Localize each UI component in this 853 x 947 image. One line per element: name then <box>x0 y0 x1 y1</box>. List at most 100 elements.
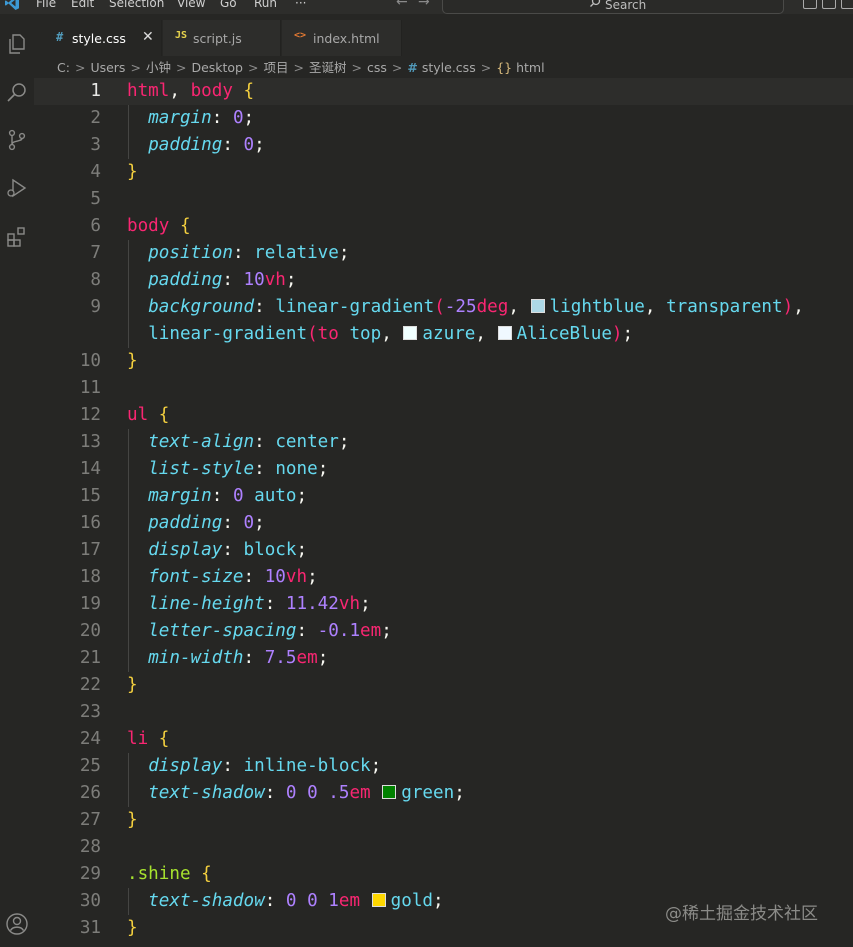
code-line[interactable]: 10} <box>34 348 853 375</box>
tab-style-css[interactable]: # style.css ✕ <box>44 20 162 56</box>
code-line[interactable]: 5 <box>34 186 853 213</box>
menu-go[interactable]: Go <box>220 0 237 10</box>
line-number: 9 <box>90 297 101 317</box>
code-line[interactable]: 20 letter-spacing: -0.1em; <box>34 618 853 645</box>
run-debug-icon[interactable] <box>5 176 29 200</box>
code-text: } <box>127 162 138 182</box>
code-line[interactable]: 6 body { <box>34 213 853 240</box>
extensions-icon[interactable] <box>5 225 29 249</box>
code-text: html, body { <box>127 81 255 101</box>
command-search-box[interactable]: Search <box>442 0 784 14</box>
close-icon[interactable]: ✕ <box>142 29 154 45</box>
code-line[interactable]: 17 display: block; <box>34 537 853 564</box>
code-line[interactable]: 13 text-align: center; <box>34 429 853 456</box>
account-icon[interactable] <box>5 912 29 936</box>
search-icon[interactable] <box>5 81 29 105</box>
breadcrumb: C: > Users > 小钟 > Desktop > 项目 > 圣诞树 > css > # style.cs… <box>57 57 545 77</box>
breadcrumb-file[interactable]: style.css <box>422 60 476 75</box>
code-line[interactable]: 26 text-shadow: 0 0 .5em green; <box>34 780 853 807</box>
code-editor[interactable]: 1 html, body { 2 margin: 0; 3 padding: 0;… <box>34 78 853 947</box>
line-number: 25 <box>79 756 101 776</box>
line-number: 15 <box>79 486 101 506</box>
code-line[interactable]: 24 li { <box>34 726 853 753</box>
line-number: 10 <box>79 351 101 371</box>
code-line[interactable]: 2 margin: 0; <box>34 105 853 132</box>
color-swatch-aliceblue[interactable] <box>497 326 512 340</box>
explorer-icon[interactable] <box>5 32 29 56</box>
toggle-panel-icon[interactable] <box>822 0 836 9</box>
code-text: display: block; <box>148 540 308 560</box>
line-number: 1 <box>90 81 101 101</box>
code-text: line-height: 11.42vh; <box>148 594 371 614</box>
code-line[interactable]: linear-gradient(to top, azure, AliceBlue… <box>34 321 853 348</box>
code-line[interactable]: 12 ul { <box>34 402 853 429</box>
menu-more[interactable]: ··· <box>295 0 306 10</box>
symbol-icon: {} <box>496 60 513 75</box>
breadcrumb-item[interactable]: 圣诞树 <box>309 57 347 76</box>
forward-arrow-icon[interactable]: → <box>418 0 430 10</box>
line-number: 8 <box>90 270 101 290</box>
line-number: 21 <box>79 648 101 668</box>
tab-index-html[interactable]: <> index.html <box>282 20 402 56</box>
code-line[interactable]: 9 background: linear-gradient(-25deg, li… <box>34 294 853 321</box>
code-line[interactable]: 14 list-style: none; <box>34 456 853 483</box>
code-text: padding: 0; <box>148 513 265 533</box>
code-text: text-shadow: 0 0 .5em green; <box>148 783 465 803</box>
code-line[interactable]: 21 min-width: 7.5em; <box>34 645 853 672</box>
search-label: Search <box>605 0 647 12</box>
breadcrumb-symbol[interactable]: html <box>516 60 544 75</box>
line-number: 24 <box>79 729 101 749</box>
line-number: 18 <box>79 567 101 587</box>
toggle-sidebar-icon[interactable] <box>803 0 817 9</box>
breadcrumb-item[interactable]: css <box>367 60 387 75</box>
breadcrumb-item[interactable]: 项目 <box>263 57 288 76</box>
color-swatch-green[interactable] <box>382 785 397 799</box>
menu-view[interactable]: View <box>177 0 205 10</box>
breadcrumb-item[interactable]: Users <box>90 60 125 75</box>
code-text: font-size: 10vh; <box>148 567 318 587</box>
line-number: 12 <box>79 405 101 425</box>
menu-edit[interactable]: Edit <box>71 0 94 10</box>
breadcrumb-item[interactable]: Desktop <box>191 60 243 75</box>
code-line[interactable]: 18 font-size: 10vh; <box>34 564 853 591</box>
line-number: 17 <box>79 540 101 560</box>
code-line[interactable]: 7 position: relative; <box>34 240 853 267</box>
code-line[interactable]: 29 .shine { <box>34 861 853 888</box>
menu-file[interactable]: File <box>36 0 56 10</box>
code-text: margin: 0; <box>148 108 255 128</box>
code-line[interactable]: 15 margin: 0 auto; <box>34 483 853 510</box>
source-control-icon[interactable] <box>5 128 29 152</box>
line-number: 29 <box>79 864 101 884</box>
code-line[interactable]: 4} <box>34 159 853 186</box>
code-line[interactable]: 1 html, body { <box>34 78 853 105</box>
code-line[interactable]: 16 padding: 0; <box>34 510 853 537</box>
line-number: 16 <box>79 513 101 533</box>
code-line[interactable]: 11 <box>34 375 853 402</box>
line-number: 7 <box>90 243 101 263</box>
code-line[interactable]: 25 display: inline-block; <box>34 753 853 780</box>
color-swatch-azure[interactable] <box>403 326 418 340</box>
back-arrow-icon[interactable]: ← <box>396 0 408 10</box>
code-line[interactable]: 8 padding: 10vh; <box>34 267 853 294</box>
line-number: 4 <box>90 162 101 182</box>
line-number: 20 <box>79 621 101 641</box>
color-swatch-lightblue[interactable] <box>530 299 545 313</box>
color-swatch-gold[interactable] <box>371 893 386 907</box>
code-text: text-shadow: 0 0 1em gold; <box>148 891 444 911</box>
code-line[interactable]: 3 padding: 0; <box>34 132 853 159</box>
toggle-secondary-sidebar-icon[interactable] <box>841 0 853 9</box>
line-number: 13 <box>79 432 101 452</box>
code-line[interactable]: 19 line-height: 11.42vh; <box>34 591 853 618</box>
code-line[interactable]: 27} <box>34 807 853 834</box>
breadcrumb-item[interactable]: C: <box>57 60 70 75</box>
line-number: 23 <box>79 702 101 722</box>
menu-bar: File Edit Selection View Go Run ··· ← → … <box>0 0 853 14</box>
menu-selection[interactable]: Selection <box>109 0 164 10</box>
code-line[interactable]: 28 <box>34 834 853 861</box>
line-number: 5 <box>90 189 101 209</box>
code-line[interactable]: 22} <box>34 672 853 699</box>
code-line[interactable]: 23 <box>34 699 853 726</box>
breadcrumb-item[interactable]: 小钟 <box>146 57 171 76</box>
menu-run[interactable]: Run <box>254 0 277 10</box>
tab-script-js[interactable]: JS script.js <box>163 20 281 56</box>
